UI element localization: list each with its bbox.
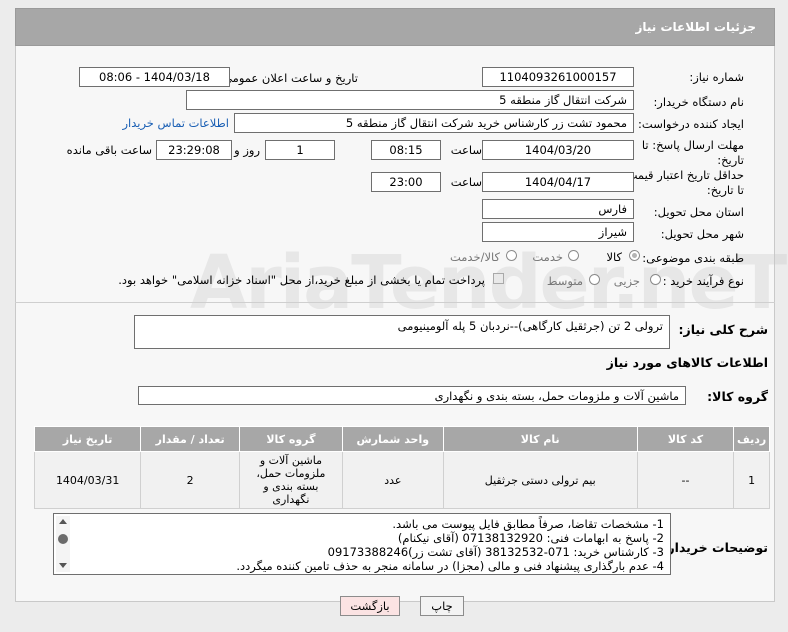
- process-label: نوع فرآیند خرید :: [662, 274, 744, 288]
- panel-title: جزئیات اطلاعات نیاز: [635, 20, 756, 34]
- days-field[interactable]: 1: [265, 140, 335, 160]
- category-radio-goods[interactable]: [629, 250, 640, 261]
- table-row: 1 -- بیم ترولی دستی جرثقیل عدد ماشین آلا…: [33, 451, 770, 509]
- category-option-service: خدمت: [532, 250, 563, 264]
- deadline-time-label: ساعت: [450, 143, 482, 157]
- buyer-contact-link[interactable]: اطلاعات تماس خریدار: [122, 116, 229, 130]
- notes-scrollbar[interactable]: [56, 516, 70, 572]
- summary-label: شرح کلی نیاز:: [678, 322, 768, 337]
- summary-field[interactable]: ترولی 2 تن (جرثقیل کارگاهی)--نردبان 5 پل…: [134, 315, 670, 349]
- goods-table-header: ردیف کد کالا نام کالا واحد شمارش گروه کا…: [33, 426, 770, 452]
- category-option-goods: کالا: [606, 250, 622, 264]
- requester-label: ایجاد کننده درخواست:: [638, 117, 744, 131]
- note-line-3: 3- کارشناس خرید: 071-38132532 (آقای تشت …: [327, 545, 664, 559]
- col-group: گروه کالا: [238, 426, 343, 452]
- cell-date: 1404/03/31: [33, 451, 142, 509]
- category-label: طبقه بندی موضوعی:: [642, 251, 744, 265]
- cell-qty: 2: [140, 451, 240, 509]
- process-option-minor: جزیی: [613, 274, 640, 288]
- cell-code: --: [636, 451, 735, 509]
- process-radio-medium[interactable]: [589, 274, 600, 285]
- need-number-field[interactable]: 1104093261000157: [482, 67, 634, 87]
- panel-header: جزئیات اطلاعات نیاز: [15, 8, 775, 46]
- cell-row: 1: [733, 451, 770, 509]
- goods-table: ردیف کد کالا نام کالا واحد شمارش گروه کا…: [33, 426, 770, 509]
- announce-field[interactable]: 1404/03/18 - 08:06: [79, 67, 230, 87]
- process-option-medium: متوسط: [546, 274, 583, 288]
- category-option-goods-service: کالا/خدمت: [449, 250, 500, 264]
- cell-group: ماشین آلات و ملزومات حمل، بسته بندی و نگ…: [238, 451, 343, 509]
- city-field[interactable]: شیراز: [482, 222, 634, 242]
- days-label: روز و: [234, 143, 260, 157]
- price-valid-label: حداقل تاریخ اعتبار قیمت: تا تاریخ:: [622, 168, 744, 197]
- price-valid-time-field[interactable]: 23:00: [371, 172, 441, 192]
- treasury-note: پرداخت تمام یا بخشی از مبلغ خرید،از محل …: [118, 273, 485, 287]
- province-label: استان محل تحویل:: [653, 205, 744, 219]
- col-date: تاریخ نیاز: [33, 426, 142, 452]
- category-radio-goods-service[interactable]: [506, 250, 517, 261]
- province-field[interactable]: فارس: [482, 199, 634, 219]
- buyer-org-field[interactable]: شرکت انتقال گاز منطقه 5: [186, 90, 634, 110]
- deadline-date-field[interactable]: 1404/03/20: [482, 140, 634, 160]
- process-radio-minor[interactable]: [650, 274, 661, 285]
- scroll-thumb[interactable]: [58, 534, 68, 544]
- col-qty: تعداد / مقدار: [140, 426, 240, 452]
- buyer-org-label: نام دستگاه خریدار:: [653, 95, 744, 109]
- note-line-2: 2- پاسخ به ابهامات فنی: 07138132920 (آقا…: [397, 531, 664, 545]
- back-button[interactable]: بازگشت: [340, 596, 400, 616]
- city-label: شهر محل تحویل:: [660, 227, 744, 241]
- category-radio-service[interactable]: [568, 250, 579, 261]
- notes-box[interactable]: 1- مشخصات تقاضا، صرفاً مطابق فایل پیوست …: [53, 513, 671, 575]
- goods-group-field[interactable]: ماشین آلات و ملزومات حمل، بسته بندی و نگ…: [138, 386, 686, 405]
- cell-unit: عدد: [341, 451, 444, 509]
- price-valid-date-field[interactable]: 1404/04/17: [482, 172, 634, 192]
- note-line-1: 1- مشخصات تقاضا، صرفاً مطابق فایل پیوست …: [392, 517, 664, 531]
- need-number-label: شماره نیاز:: [689, 70, 744, 84]
- deadline-label: مهلت ارسال پاسخ: تا تاریخ:: [641, 138, 744, 167]
- print-button[interactable]: چاپ: [420, 596, 464, 616]
- col-code: کد کالا: [636, 426, 735, 452]
- notes-label: توضیحات خریدار:: [662, 540, 768, 555]
- deadline-time-field[interactable]: 08:15: [371, 140, 441, 160]
- price-valid-time-label: ساعت: [450, 175, 482, 189]
- cell-name: بیم ترولی دستی جرثقیل: [442, 451, 638, 509]
- announce-label: تاریخ و ساعت اعلان عمومی:: [219, 71, 358, 85]
- separator: [15, 302, 775, 303]
- remaining-label: ساعت باقی مانده: [66, 143, 152, 157]
- col-unit: واحد شمارش: [341, 426, 444, 452]
- remaining-time-field[interactable]: 23:29:08: [156, 140, 232, 160]
- treasury-checkbox[interactable]: [493, 273, 504, 284]
- goods-group-label: گروه کالا:: [707, 389, 768, 404]
- note-line-4: 4- عدم بارگذاری پیشنهاد فنی و مالی (مجزا…: [236, 559, 664, 573]
- scroll-up-icon[interactable]: [59, 519, 67, 524]
- col-name: نام کالا: [442, 426, 638, 452]
- goods-section-title: اطلاعات کالاهای مورد نیاز: [606, 355, 768, 370]
- requester-field[interactable]: محمود تشت زر کارشناس خرید شرکت انتقال گا…: [234, 113, 634, 133]
- scroll-down-icon[interactable]: [59, 563, 67, 568]
- col-row: ردیف: [733, 426, 770, 452]
